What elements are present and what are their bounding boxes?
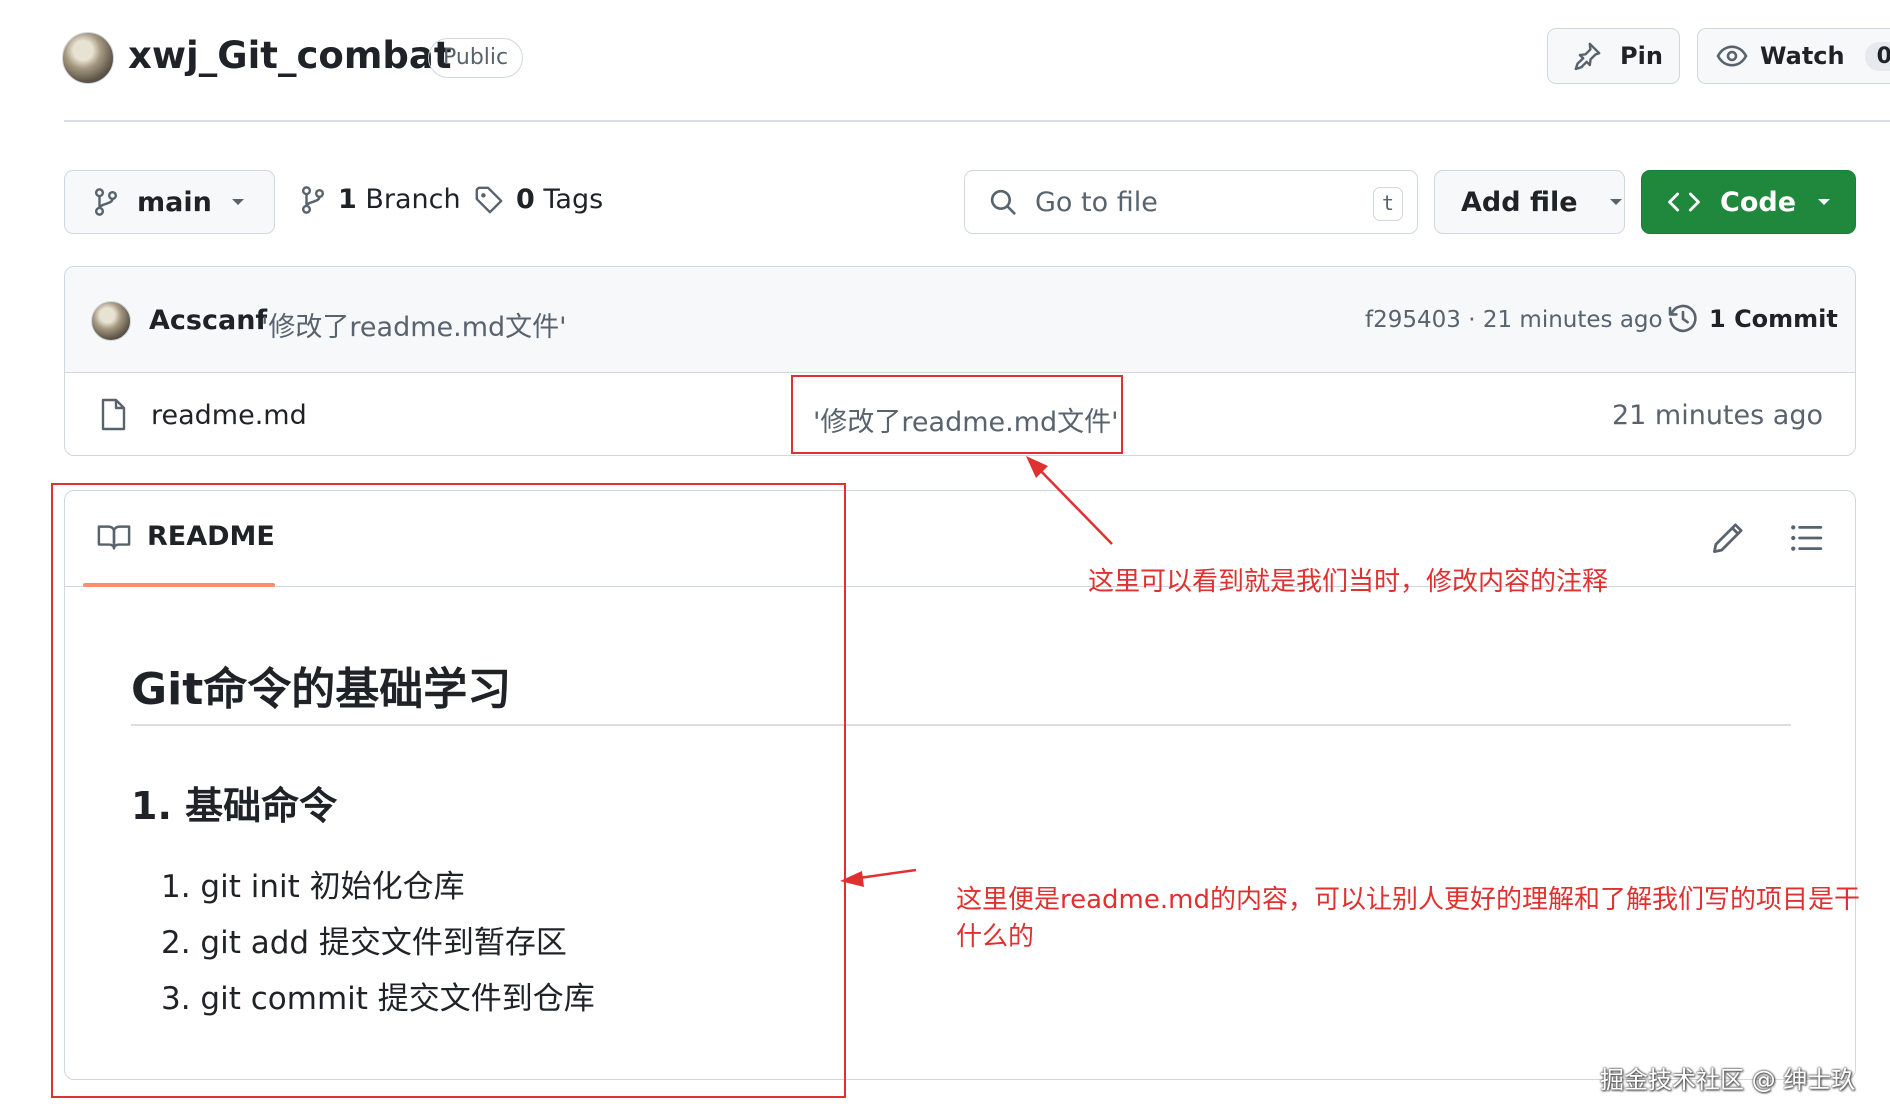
annotation-arrow-readme (840, 868, 917, 887)
annotation-note-readme: 这里便是readme.md的内容，可以让别人更好的理解和了解我们写的项目是干什么… (956, 885, 1860, 952)
watermark: 掘金技术社区 @ 绅士玖 (1600, 1066, 1856, 1094)
annotation-note-commit: 这里可以看到就是我们当时，修改内容的注释 (1088, 567, 1609, 597)
annotation-arrow-commit (1026, 456, 1113, 545)
